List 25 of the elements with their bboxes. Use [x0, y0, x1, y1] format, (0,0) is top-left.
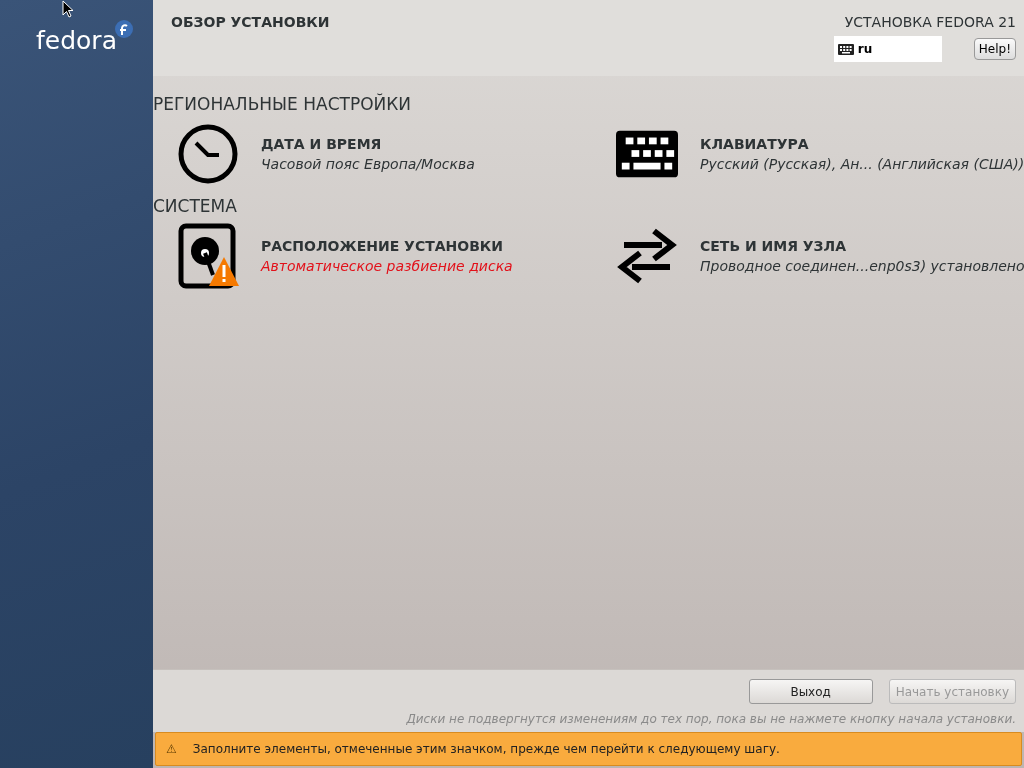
keyboard-icon — [837, 43, 854, 55]
section-title: СИСТЕМА — [153, 196, 238, 216]
footer-button[interactable]: Выход — [748, 679, 873, 704]
logo-icon — [114, 20, 133, 38]
section-title: РЕГИОНАЛЬНЫЕ НАСТРОЙКИ — [153, 94, 413, 114]
warning-text: Заполните элементы, отмеченные этим значком, прежде чем перейти к следующему шагу. — [192, 742, 780, 756]
hard-disk-warning-icon — [177, 223, 239, 289]
spoke-status: Часовой пояс Европа/Москва — [261, 156, 475, 172]
product-title: УСТАНОВКА FEDORA 21 — [844, 14, 1016, 30]
spoke-status: Проводное соединен...enp0s3) установлено — [700, 258, 1024, 274]
keyboard-layout-field[interactable]: ru — [833, 36, 942, 62]
mouse-pointer-icon — [62, 0, 74, 18]
spoke-title[interactable]: РАСПОЛОЖЕНИЕ УСТАНОВКИ — [261, 238, 513, 254]
page-title: ОБЗОР УСТАНОВКИ — [171, 14, 330, 32]
spoke-title[interactable]: ДАТА И ВРЕМЯ — [261, 136, 475, 152]
clock-icon — [177, 123, 239, 185]
spoke-status: Русский (Русская), Ан... (Английская (США)) — [700, 156, 1024, 172]
spoke-title[interactable]: КЛАВИАТУРА — [700, 136, 1024, 152]
spoke-status: Автоматическое разбиение диска — [261, 258, 513, 274]
logo-text: fedora — [36, 26, 117, 55]
help-button[interactable]: Help! — [973, 38, 1016, 60]
disk-note: Диски не подвергнутся изменениям до тех пор, пока вы не нажмете кнопку начала установки. — [406, 712, 1016, 726]
spoke-title[interactable]: СЕТЬ И ИМЯ УЗЛА — [700, 238, 1024, 254]
warning-icon: ⚠ — [166, 742, 177, 756]
keyboard-icon — [616, 130, 678, 178]
